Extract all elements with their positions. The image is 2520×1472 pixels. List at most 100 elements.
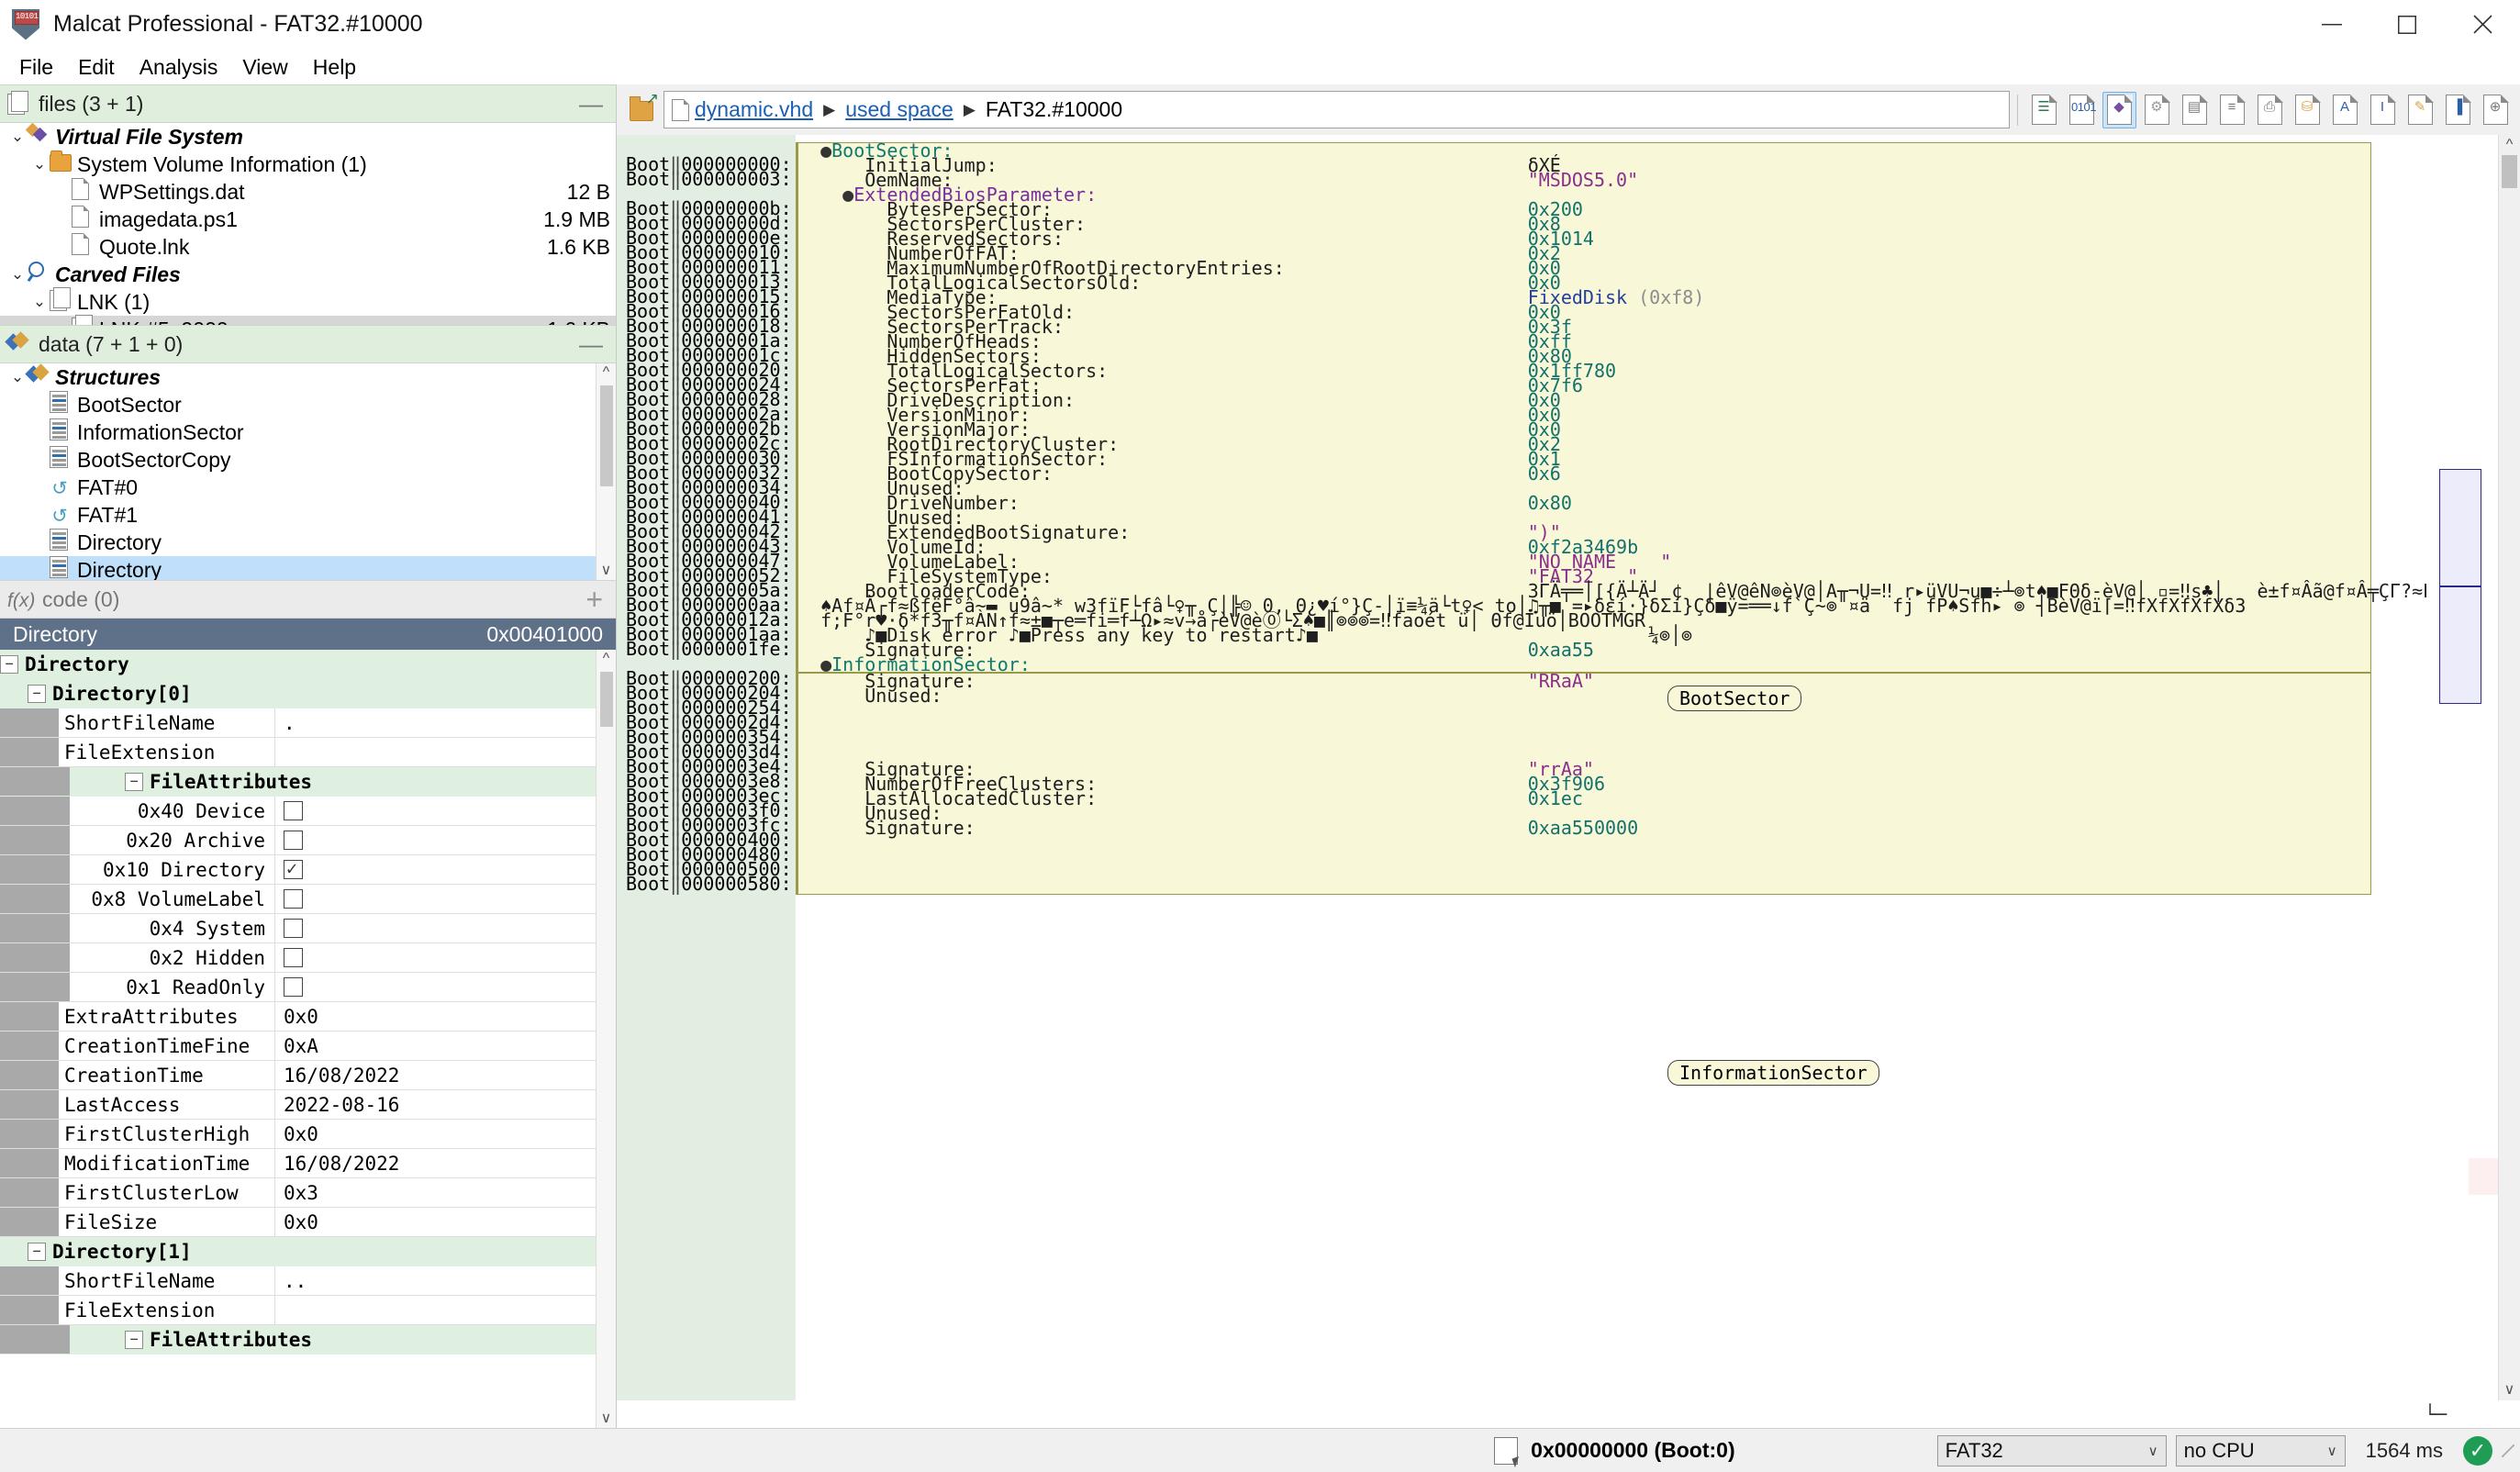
detail-field-row[interactable]: ShortFileName. <box>0 708 596 738</box>
minimap-segment-infosector[interactable] <box>2439 586 2481 704</box>
minimap-segment-other[interactable] <box>2469 1158 2498 1195</box>
collapse-toggle[interactable]: − <box>125 1330 143 1349</box>
minimap[interactable] <box>2426 135 2498 1400</box>
content-scroll-thumb[interactable] <box>2502 155 2517 188</box>
detail-value[interactable]: 2022-08-16 <box>284 1094 399 1116</box>
tree-item-lnk-5e9000[interactable]: LNK.#5e90001.6 KB <box>0 314 616 325</box>
scroll-down-icon[interactable]: ∨ <box>601 562 612 580</box>
tree-item-structures[interactable]: ⌄ Structures <box>0 363 596 391</box>
detail-field-row[interactable]: FirstClusterHigh 0x0 <box>0 1120 596 1149</box>
detail-checkbox-row[interactable]: 0x40 Device <box>0 797 596 826</box>
detail-table[interactable]: − Directory − Directory[0] ShortFileName. Fil… <box>0 650 596 1428</box>
tree-item-lnk-1[interactable]: ⌄ LNK (1) <box>0 286 616 316</box>
web-view-button[interactable]: ⊕ <box>2479 92 2513 128</box>
detail-field-row[interactable]: CreationTimeFine 0xA <box>0 1032 596 1061</box>
detail-field-row[interactable]: FirstClusterLow 0x3 <box>0 1178 596 1208</box>
open-folder-icon[interactable]: ↗ <box>628 91 659 127</box>
detail-value[interactable]: 0x0 <box>284 1211 318 1233</box>
collapse-toggle[interactable]: − <box>28 684 46 703</box>
files-panel-collapse-button[interactable]: — <box>579 92 603 116</box>
detail-scroll-down-icon[interactable]: ∨ <box>601 1410 612 1428</box>
detail-checkbox[interactable] <box>284 977 303 997</box>
detail-value[interactable]: 0x3 <box>284 1182 318 1204</box>
menu-analysis[interactable]: Analysis <box>129 51 229 84</box>
structure-view[interactable]: Boot‖000000000: Boot‖000000003: Boot‖0000… <box>617 135 2520 1400</box>
detail-checkbox-row[interactable]: 0x4 System <box>0 914 596 943</box>
detail-checkbox[interactable] <box>284 919 303 938</box>
breadcrumb[interactable]: dynamic.vhd ▶ used space ▶ FAT32.#10000 <box>663 91 2010 128</box>
detail-group-row[interactable]: − Directory[1] <box>0 1237 596 1266</box>
font-view-button[interactable]: A <box>2328 92 2362 128</box>
tree-item-imagedata-ps1[interactable]: imagedata.ps1 1.9 MB <box>0 206 616 233</box>
detail-checkbox-row[interactable]: 0x2 Hidden <box>0 943 596 973</box>
tree-item-fat-0[interactable]: ↺ FAT#0 <box>0 474 596 501</box>
filetype-select[interactable]: FAT32 ∨ <box>1936 1434 2167 1466</box>
close-button[interactable] <box>2445 0 2520 50</box>
menu-file[interactable]: File <box>9 51 63 84</box>
maximize-button[interactable] <box>2369 0 2445 50</box>
tree-item-fat-1[interactable]: ↺ FAT#1 <box>0 501 596 529</box>
content-scroll-up-icon[interactable]: ^ <box>2506 135 2514 155</box>
structure-view-button[interactable]: ◆ <box>2102 91 2136 128</box>
detail-value[interactable]: 0x0 <box>284 1123 318 1145</box>
resource-view-button[interactable]: I <box>2366 92 2400 128</box>
detail-value[interactable]: .. <box>284 1270 307 1292</box>
breadcrumb-item-0[interactable]: dynamic.vhd <box>695 97 813 122</box>
detail-group-row[interactable]: − FileAttributes <box>0 767 596 797</box>
data-tree-scrollbar[interactable]: ^ ∨ <box>596 363 616 580</box>
cpu-select[interactable]: no CPU ∨ <box>2175 1434 2346 1466</box>
text-view-button[interactable]: ≡ <box>2215 92 2249 128</box>
file-tree[interactable]: ⌄ Virtual File System ⌄ System Volume Infor… <box>0 123 616 325</box>
detail-checkbox[interactable] <box>284 889 303 909</box>
expand-caret[interactable]: ⌄ <box>7 368 28 386</box>
expand-caret[interactable]: ⌄ <box>29 293 50 311</box>
detail-checkbox-row[interactable]: 0x8 VolumeLabel <box>0 885 596 914</box>
detail-field-row[interactable]: ExtraAttributes 0x0 <box>0 1002 596 1032</box>
status-ok-icon[interactable]: ✓ <box>2463 1435 2492 1466</box>
scroll-thumb[interactable] <box>599 385 613 486</box>
detail-value[interactable]: 16/08/2022 <box>284 1153 399 1175</box>
expand-caret[interactable]: ⌄ <box>7 128 28 146</box>
detail-field-row[interactable]: ModificationTime 16/08/2022 <box>0 1149 596 1178</box>
minimize-button[interactable] <box>2294 0 2369 50</box>
database-view-button[interactable]: ⛁ <box>2291 92 2325 128</box>
menu-edit[interactable]: Edit <box>68 51 125 84</box>
collapse-toggle[interactable]: − <box>28 1242 46 1261</box>
detail-value[interactable]: 0x0 <box>284 1006 318 1028</box>
detail-field-row[interactable]: CreationTime 16/08/2022 <box>0 1061 596 1090</box>
detail-checkbox[interactable] <box>284 801 303 820</box>
data-tree[interactable]: ⌄ Structures BootSector InformationSector Bo… <box>0 363 596 580</box>
tree-item-wpsettings-dat[interactable]: WPSettings.dat 12 B <box>0 178 616 206</box>
script-view-button[interactable]: ✎ <box>2403 92 2437 128</box>
collapse-toggle[interactable]: − <box>0 654 18 674</box>
detail-scrollbar[interactable]: ^ ∨ <box>596 650 616 1428</box>
content-scroll-down-icon[interactable]: ∨ <box>2504 1380 2515 1400</box>
tree-item-system-volume-information-1[interactable]: ⌄ System Volume Information (1) <box>0 150 616 178</box>
detail-checkbox-row[interactable]: 0x10 Directory <box>0 855 596 885</box>
hex-view-button[interactable]: 0101 <box>2065 92 2099 128</box>
resize-grip[interactable] <box>2502 1444 2514 1457</box>
menu-help[interactable]: Help <box>303 51 366 84</box>
tree-item-bootsectorcopy[interactable]: BootSectorCopy <box>0 446 596 474</box>
detail-field-row[interactable]: FileExtension <box>0 738 596 767</box>
detail-field-row[interactable]: FileExtension <box>0 1296 596 1325</box>
content-scrollbar[interactable]: ^ ∨ <box>2498 135 2520 1400</box>
minimap-segment-bootsector[interactable] <box>2439 469 2481 586</box>
detail-checkbox[interactable] <box>284 857 303 879</box>
tree-item-bootsector[interactable]: BootSector <box>0 391 596 418</box>
code-panel-add-button[interactable]: + <box>585 585 603 614</box>
detail-checkbox[interactable] <box>284 948 303 967</box>
tree-item-directory[interactable]: Directory <box>0 529 596 556</box>
detail-group-row[interactable]: − Directory <box>0 650 596 679</box>
menu-view[interactable]: View <box>232 51 297 84</box>
detail-checkbox[interactable] <box>284 831 303 850</box>
table-view-button[interactable]: ☰ <box>2027 92 2061 128</box>
detail-scroll-thumb[interactable] <box>599 672 613 727</box>
listing-field-line[interactable]: Signature: 0xaa55 <box>798 641 2370 659</box>
tree-item-informationsector[interactable]: InformationSector <box>0 418 596 446</box>
expand-caret[interactable]: ⌄ <box>29 155 50 173</box>
data-panel-collapse-button[interactable]: — <box>579 332 603 356</box>
media-view-button[interactable]: ⎙ <box>2253 92 2287 128</box>
stats-view-button[interactable]: ▐ <box>2441 92 2475 128</box>
detail-value[interactable]: 16/08/2022 <box>284 1065 399 1087</box>
